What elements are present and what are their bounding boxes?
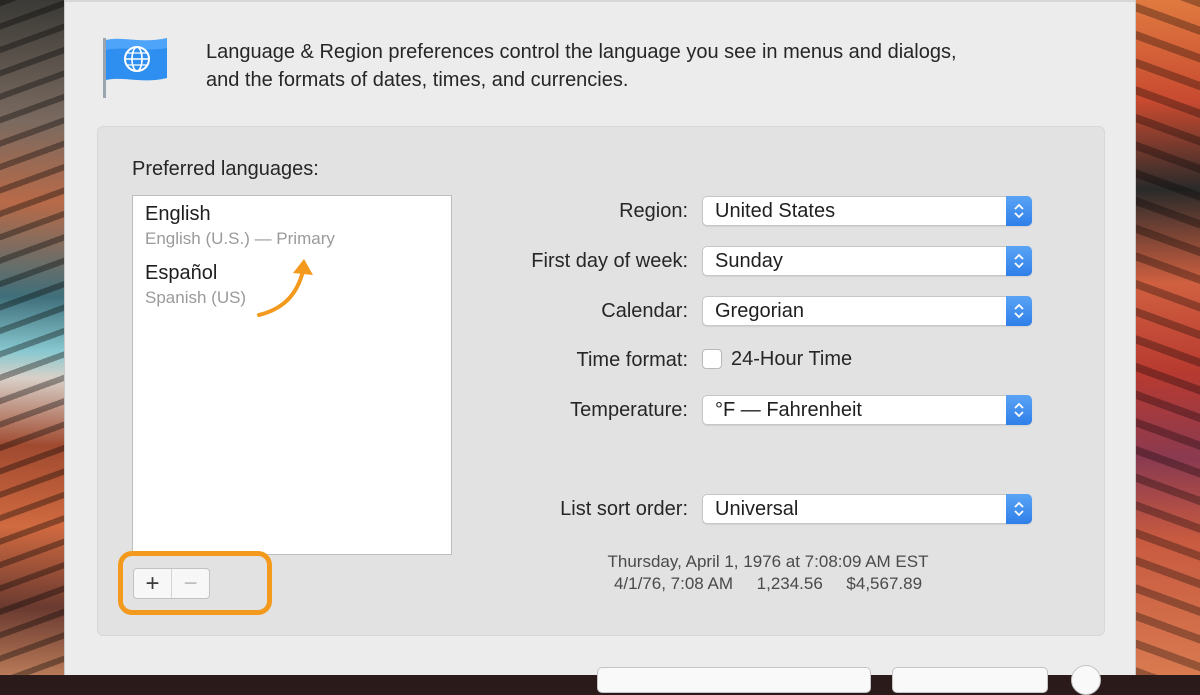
calendar-popup[interactable]: Gregorian: [702, 296, 1032, 326]
calendar-label: Calendar:: [601, 300, 688, 322]
intro-line-1: Language & Region preferences control th…: [206, 41, 957, 63]
language-name-english[interactable]: English: [145, 203, 211, 226]
24-hour-time-label[interactable]: 24-Hour Time: [731, 348, 852, 371]
time-format-label: Time format:: [576, 349, 689, 371]
sort-order-popup[interactable]: Universal: [702, 494, 1032, 524]
window-top-border: [65, 0, 1135, 2]
first-day-popup[interactable]: Sunday: [702, 246, 1032, 276]
sort-order-value: Universal: [715, 498, 799, 520]
preferred-languages-list[interactable]: English English (U.S.) — Primary Español…: [132, 195, 452, 555]
region-popup[interactable]: United States: [702, 196, 1032, 226]
language-detail-english: English (U.S.) — Primary: [145, 229, 335, 248]
desktop-wallpaper-left: [0, 0, 66, 675]
annotation-arrow-icon: [257, 259, 313, 317]
annotation-highlight-ring: [118, 551, 272, 615]
settings-panel: Preferred languages: English English (U.…: [97, 126, 1105, 636]
language-region-window: Language & Region preferences control th…: [64, 0, 1136, 695]
intro-description: Language & Region preferences control th…: [206, 38, 1086, 94]
temperature-popup[interactable]: °F — Fahrenheit: [702, 395, 1032, 425]
sample-date-time: Thursday, April 1, 1976 at 7:08:09 AM ES…: [607, 552, 929, 571]
temperature-label: Temperature:: [570, 399, 688, 421]
first-day-label: First day of week:: [531, 250, 688, 272]
keyboard-preferences-button[interactable]: [597, 667, 871, 693]
help-icon[interactable]: [1071, 665, 1101, 695]
region-label: Region:: [619, 200, 688, 222]
advanced-button[interactable]: [892, 667, 1048, 693]
language-name-espanol[interactable]: Español: [145, 262, 217, 285]
calendar-value: Gregorian: [715, 300, 804, 322]
first-day-value: Sunday: [715, 250, 783, 272]
chevron-up-down-icon: [1006, 494, 1032, 524]
chevron-up-down-icon: [1006, 395, 1032, 425]
chevron-up-down-icon: [1006, 246, 1032, 276]
desktop-wallpaper-right: [1134, 0, 1200, 675]
24-hour-time-checkbox[interactable]: [702, 349, 722, 369]
chevron-up-down-icon: [1006, 196, 1032, 226]
flag-globe-icon: [103, 38, 167, 98]
intro-line-2: and the formats of dates, times, and cur…: [206, 69, 629, 91]
preferred-languages-label: Preferred languages:: [132, 158, 319, 180]
temperature-value: °F — Fahrenheit: [715, 399, 862, 421]
language-detail-espanol: Spanish (US): [145, 288, 247, 307]
sort-order-label: List sort order:: [560, 498, 688, 520]
sample-number-currency: 4/1/76, 7:08 AM 1,234.56 $4,567.89: [613, 574, 923, 593]
region-value: United States: [715, 200, 836, 222]
chevron-up-down-icon: [1006, 296, 1032, 326]
